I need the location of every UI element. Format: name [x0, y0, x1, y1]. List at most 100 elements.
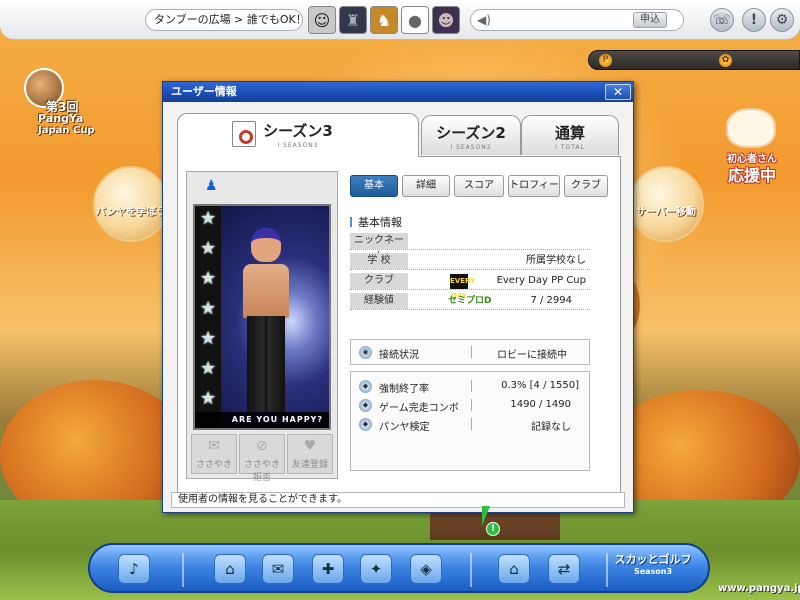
pangya-test-value: 記録なし: [531, 422, 571, 433]
option-icon[interactable]: ☏: [710, 8, 734, 32]
close-icon[interactable]: ✕: [605, 84, 631, 100]
mail-icon[interactable]: ✉: [262, 554, 294, 584]
character-b-icon[interactable]: ♜: [339, 6, 367, 34]
dialog-status-bar: 使用者の情報を見ることができます。: [171, 492, 625, 508]
beginner-support-badge[interactable]: 初心者さん 応援中: [712, 108, 792, 190]
user-info-dialog: ユーザー情報 ✕ シーズン3 I SEASON3 シーズン2 I SEASON2…: [162, 81, 634, 513]
divider: [471, 399, 472, 411]
connection-icon: ◉: [359, 346, 372, 359]
character-a-icon[interactable]: ☺: [308, 6, 336, 34]
stats-box: ◆ 強制終了率 0.3% [4 / 1550] ◆ ゲーム完走コンボ 1490 …: [350, 371, 590, 471]
tab-basic[interactable]: 基本: [350, 175, 398, 197]
server-move-button[interactable]: サーバー移動: [628, 166, 704, 242]
logo-main: スカッとゴルフ: [614, 553, 692, 566]
rank-badge: セミプロD: [448, 296, 492, 306]
friend-icon: ♥: [303, 438, 317, 454]
cup-logo-line2: PangYa: [38, 112, 84, 125]
help-icon[interactable]: !: [742, 8, 766, 32]
settings-icon[interactable]: ⚙: [770, 8, 794, 32]
puzzle-icon[interactable]: ✦: [360, 554, 392, 584]
connection-label: 接続状況: [379, 350, 419, 361]
tab-season2-label: シーズン2: [436, 124, 506, 142]
tab-club[interactable]: クラブ: [564, 175, 608, 197]
shop-icon[interactable]: ⌂: [214, 554, 246, 584]
lobby-icon[interactable]: ⌂: [498, 554, 530, 584]
tab-total[interactable]: 通算 I TOTAL: [521, 115, 619, 155]
complete-combo-label: ゲーム完走コンボ: [379, 403, 459, 414]
cookie-point-icon: ✿: [719, 54, 732, 67]
basic-info-title: 基本情報: [358, 216, 402, 229]
logo-sub: Season3: [633, 567, 673, 576]
add-friend-button[interactable]: ♥ 友達登録: [287, 434, 333, 474]
tab-score[interactable]: スコア: [454, 175, 504, 197]
whisper-icon: ✉: [208, 438, 220, 454]
complete-combo-value: 1490 / 1490: [510, 399, 571, 410]
club-logo-icon: EVERY DAY: [450, 274, 475, 300]
tab-season2[interactable]: シーズン2 I SEASON2: [421, 115, 521, 155]
chat-input[interactable]: ◀) 申込: [470, 9, 684, 31]
tab-total-sub: I TOTAL: [555, 144, 585, 151]
tab-season3-sub: I SEASON3: [277, 142, 319, 149]
divider: [471, 346, 472, 358]
magnifier-icon: [232, 121, 256, 147]
bag-icon[interactable]: ◈: [410, 554, 442, 584]
tab-trophy[interactable]: トロフィー: [508, 175, 560, 197]
info-row-school: 学 校 所属学校なし: [350, 253, 590, 270]
character-d-icon[interactable]: ☻: [432, 6, 460, 34]
force-quit-label: 強制終了率: [379, 384, 429, 395]
season-content-panel: ♟ ★ ★ ★ ★ ★ ★ ★ ARE YOU HAPPY? ✉ ささやき ⊘ …: [177, 156, 621, 496]
school-value: 所属学校なし: [526, 255, 586, 266]
character-head: [251, 228, 281, 262]
whisper-block-icon: ⊘: [256, 438, 268, 454]
character-c-icon[interactable]: ♞: [370, 6, 398, 34]
nickname-key: ニックネーム: [350, 233, 408, 262]
person-icon: ♟: [205, 178, 218, 194]
tab-detail[interactable]: 詳細: [402, 175, 450, 197]
star-icon: ★: [200, 298, 217, 319]
japan-cup-logo[interactable]: 第3回 PangYa Japan Cup: [10, 62, 110, 142]
star-icon: ★: [200, 388, 217, 409]
club-value[interactable]: Every Day PP Cup: [497, 273, 586, 289]
star-icon: ★: [200, 328, 217, 349]
stat-icon: ◆: [359, 399, 372, 412]
music-icon[interactable]: ♪: [118, 554, 150, 584]
exchange-icon[interactable]: ⇄: [548, 554, 580, 584]
top-bar: タンブーの広場 > 誰でもOK！1 ☺ ♜ ♞ ● ☻ ◀) 申込 ☏ ! ⚙: [0, 0, 800, 40]
info-row-exp: 経験値 セミプロD 7 / 2994: [350, 293, 590, 310]
learn-pangya-button[interactable]: パンヤを学ぼう: [93, 166, 169, 242]
whisper-block-button[interactable]: ⊘ ささやき拒否: [239, 434, 285, 483]
pangya-ball-icon[interactable]: ●: [401, 6, 429, 34]
pang-coin-icon: P: [599, 54, 612, 67]
cat-mascot-icon: [726, 108, 776, 148]
tab-season3[interactable]: シーズン3 I SEASON3: [177, 113, 419, 157]
exp-value: 7 / 2994: [530, 295, 572, 306]
basic-info-heading: 基本情報: [350, 214, 402, 230]
dialog-titlebar[interactable]: ユーザー情報 ✕: [163, 82, 633, 102]
beginner-line2: 応援中: [727, 166, 776, 185]
whisper-block-label: ささやき拒否: [243, 460, 280, 483]
whisper-button[interactable]: ✉ ささやき: [191, 434, 237, 474]
character-legs: [247, 316, 285, 412]
force-quit-value: 0.3% [4 / 1550]: [501, 380, 579, 391]
currency-bar: P ✿: [588, 50, 800, 70]
exp-key: 経験値: [350, 293, 408, 309]
site-url: www.pangya.jp: [718, 583, 800, 594]
apply-button[interactable]: 申込: [633, 12, 667, 28]
cup-logo-line3: Japan Cup: [38, 125, 95, 136]
star-icon: ★: [200, 268, 217, 289]
whisper-label: ささやき: [195, 460, 232, 470]
club-key: クラブ: [350, 273, 408, 289]
learn-pangya-label: パンヤを学ぼう: [95, 207, 167, 218]
gift-icon[interactable]: ✚: [312, 554, 344, 584]
server-move-label: サーバー移動: [636, 207, 696, 218]
character-torso: [243, 264, 289, 318]
pangya-test-label: パンヤ検定: [379, 422, 430, 433]
star-rail: ★ ★ ★ ★ ★ ★ ★: [195, 206, 221, 428]
stat-icon: ◆: [359, 380, 372, 393]
info-row-nickname: ニックネーム: [350, 233, 590, 262]
character-card: ♟ ★ ★ ★ ★ ★ ★ ★ ARE YOU HAPPY? ✉ ささやき ⊘ …: [186, 171, 338, 483]
location-label[interactable]: タンブーの広場 > 誰でもOK！1: [145, 9, 303, 31]
add-friend-label: 友達登録: [291, 460, 328, 470]
pangya-logo: スカッとゴルフ Season3: [608, 547, 698, 591]
tab-season2-sub: I SEASON2: [450, 144, 492, 151]
